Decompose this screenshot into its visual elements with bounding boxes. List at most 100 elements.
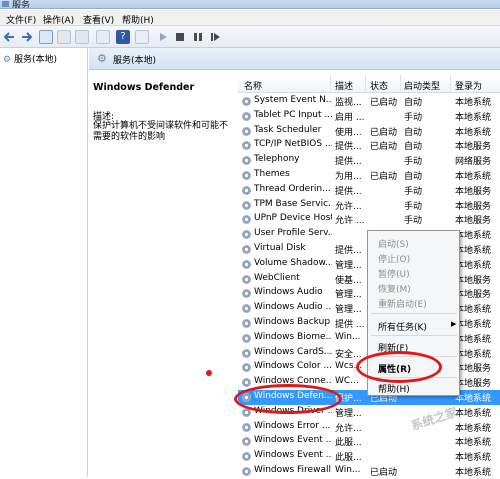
col-startup-type[interactable]: 启动类型: [404, 79, 440, 92]
cell-logon: 本地系统: [455, 320, 492, 330]
export-list-icon[interactable]: [96, 30, 110, 44]
service-gear-icon: [242, 437, 251, 447]
service-gear-icon: [242, 126, 251, 136]
cell-logon: 本地系统: [455, 231, 492, 242]
menu-resume[interactable]: 恢复(M): [378, 282, 411, 295]
menu-action[interactable]: 操作(A): [43, 13, 74, 26]
table-row[interactable]: Telephony 提供... 手动 网络服务: [238, 153, 500, 168]
cell-desc: 提供...: [335, 157, 362, 168]
cell-name: Windows Audio: [254, 287, 323, 298]
cell-startup: 手动: [404, 201, 423, 212]
restart-icon[interactable]: [208, 30, 222, 44]
cell-logon: 本地系统: [455, 349, 492, 360]
services-panel-header: ⚙ 服务(本地): [89, 48, 500, 70]
menu-file[interactable]: 文件(F): [6, 13, 36, 26]
service-gear-icon: [242, 111, 251, 121]
cell-logon: 本地服务: [455, 364, 492, 375]
cell-logon: 本地系统: [455, 468, 492, 478]
back-arrow-icon[interactable]: [3, 30, 17, 44]
cell-logon: 本地服务: [455, 201, 492, 212]
table-row[interactable]: TPM Base Servic... 允许... 手动 本地服务: [238, 198, 500, 213]
cell-desc: 使基...: [335, 275, 362, 286]
cell-desc: 安全...: [335, 349, 362, 360]
cell-desc: 为用...: [335, 172, 362, 182]
cell-desc: Win...: [335, 465, 361, 475]
cell-name: Windows Color ...: [254, 361, 332, 372]
cell-desc: 使用...: [335, 127, 362, 138]
properties-sheet-icon[interactable]: [57, 30, 71, 44]
pause-icon[interactable]: [191, 30, 205, 44]
cell-desc: 允许...: [335, 201, 362, 212]
cell-desc: 提供...: [335, 246, 362, 256]
table-row[interactable]: Windows Event ... 此服... 本地系统: [238, 434, 500, 449]
table-row[interactable]: Task Scheduler 使用... 已启动 自动 本地系统: [238, 124, 500, 139]
table-row[interactable]: TCP/IP NetBIOS ... 提供... 已启动 自动 本地服务: [238, 138, 500, 153]
cell-logon: 本地系统: [455, 453, 492, 464]
play-icon[interactable]: [156, 30, 170, 44]
help-icon[interactable]: ?: [116, 30, 130, 44]
col-logon-as[interactable]: 登录为: [455, 79, 482, 92]
selected-service-name: Windows Defender: [93, 82, 195, 93]
service-gear-icon: [242, 304, 251, 314]
services-app-icon: [2, 1, 9, 7]
menu-bar: 文件(F) 操作(A) 查看(V) 帮助(H): [0, 10, 500, 26]
cell-startup: 手动: [404, 216, 423, 227]
service-gear-icon: [242, 141, 251, 151]
cell-logon: 本地系统: [455, 438, 492, 449]
cell-desc: 管理...: [335, 408, 362, 419]
service-gear-icon: [242, 185, 251, 195]
menu-stop[interactable]: 停止(O): [378, 252, 410, 265]
cell-name: System Event N...: [254, 95, 332, 105]
service-gear-icon: [242, 156, 251, 166]
service-gear-icon: [242, 289, 251, 299]
menu-help-item[interactable]: 帮助(H): [378, 382, 410, 395]
menu-start[interactable]: 启动(S): [378, 237, 409, 250]
title-bar: 服务: [0, 0, 500, 9]
col-name[interactable]: 名称: [244, 79, 262, 92]
cell-desc: 管理...: [335, 260, 362, 271]
show-tree-icon[interactable]: [39, 30, 53, 44]
service-gear-icon: [242, 333, 251, 343]
cell-name: Windows CardS...: [254, 346, 332, 357]
cell-logon: 本地系统: [455, 98, 492, 108]
cell-desc: WC...: [335, 376, 359, 387]
cell-status: 已启动: [370, 98, 398, 108]
tree-item-services-local[interactable]: ⚙ 服务(本地): [3, 52, 57, 65]
cell-name: User Profile Serv...: [254, 228, 332, 239]
column-header: 名称 描述 状态 启动类型 登录为: [238, 75, 500, 93]
table-row[interactable]: Windows Event ... 此服... 本地系统: [238, 449, 500, 464]
cell-desc: 此服...: [335, 438, 362, 449]
cell-name: TCP/IP NetBIOS ...: [254, 139, 332, 150]
forward-arrow-icon[interactable]: [19, 30, 33, 44]
service-gear-icon: [242, 245, 251, 254]
service-gear-icon: [242, 200, 251, 210]
menu-restart[interactable]: 重新启动(E): [378, 297, 427, 310]
cell-desc: 管理...: [335, 290, 362, 301]
col-description[interactable]: 描述: [335, 79, 353, 92]
cell-startup: 自动: [404, 98, 423, 108]
table-row[interactable]: UPnP Device Host 允许 ... 手动 本地服务: [238, 212, 500, 227]
menu-all-tasks[interactable]: 所有任务(K): [378, 320, 427, 333]
cell-desc: 启用 ...: [335, 112, 365, 123]
table-row[interactable]: Themes 为用... 已启动 自动 本地系统: [238, 168, 500, 183]
cell-startup: 自动: [404, 127, 423, 138]
menu-view[interactable]: 查看(V): [83, 13, 114, 26]
table-row[interactable]: System Event N... 监视... 已启动 自动 本地系统: [238, 94, 500, 109]
stop-icon[interactable]: [173, 30, 187, 44]
col-status[interactable]: 状态: [370, 79, 388, 92]
table-row[interactable]: Windows Error ... 允许... 本地系统: [238, 420, 500, 435]
cell-desc: 允许 ...: [335, 216, 365, 227]
cell-logon: 本地系统: [455, 334, 492, 345]
table-row[interactable]: Tablet PC Input ... 启用 ... 手动 本地系统: [238, 109, 500, 124]
cell-desc: 提供...: [335, 186, 362, 197]
service-gear-icon: [242, 452, 251, 462]
menu-pause[interactable]: 暂停(U): [378, 267, 410, 280]
cell-status: 已启动: [370, 468, 398, 478]
toolbar: ?: [0, 26, 500, 48]
cell-startup: 手动: [404, 112, 423, 123]
menu-help[interactable]: 帮助(H): [122, 13, 154, 26]
console-icon[interactable]: [135, 30, 149, 44]
table-row[interactable]: Thread Orderin... 提供... 手动 本地服务: [238, 183, 500, 198]
service-gear-icon: [242, 348, 251, 358]
refresh-icon[interactable]: [75, 30, 89, 44]
